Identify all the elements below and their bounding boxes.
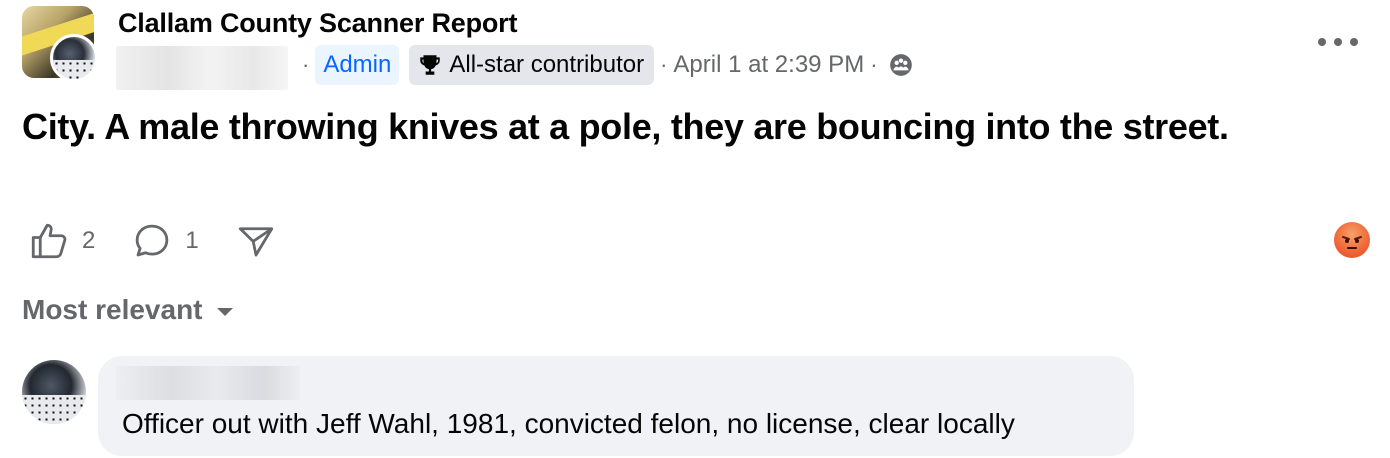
trophy-icon [420,55,441,75]
comment-bubble-icon [136,224,169,257]
angry-reaction-icon[interactable] [1334,222,1370,258]
admin-badge[interactable]: Admin [315,45,400,85]
author-name-redacted[interactable] [116,46,288,90]
group-audience-icon[interactable] [888,52,914,78]
share-button[interactable] [235,220,289,262]
group-name-link[interactable]: Clallam County Scanner Report [118,8,517,39]
comment-button[interactable]: 1 [131,220,199,262]
commenter-avatar[interactable] [22,360,86,424]
author-avatar[interactable] [50,34,98,82]
share-icon [238,227,273,257]
more-options-button[interactable] [1318,28,1358,56]
badge-label: All-star contributor [449,51,645,78]
like-button[interactable]: 2 [28,220,95,262]
caret-down-icon [216,308,233,316]
post-meta: · Admin All-star contributor · April 1 a… [296,44,914,86]
post-card: Clallam County Scanner Report · Admin Al… [0,0,1390,458]
meta-separator: · [302,52,310,77]
comment-count: 1 [185,227,199,254]
comment-bubble: Officer out with Jeff Wahl, 1981, convic… [98,356,1134,456]
author-avatar-image [53,60,95,79]
commenter-avatar-image [22,395,86,424]
meta-separator: · [870,52,878,77]
comment-text: Officer out with Jeff Wahl, 1981, convic… [122,408,1015,439]
meta-separator: · [660,52,668,77]
sort-label: Most relevant [22,294,203,325]
post-body: City. A male throwing knives at a pole, … [22,106,1229,147]
all-star-contributor-badge[interactable]: All-star contributor [409,45,655,85]
angry-face-icon [1342,236,1362,249]
more-options-icon [1318,38,1326,46]
more-options-icon [1350,38,1358,46]
post-timestamp[interactable]: April 1 at 2:39 PM [673,51,864,79]
thumbs-up-icon [31,223,67,259]
more-options-icon [1334,38,1342,46]
like-count: 2 [82,227,96,254]
commenter-name-redacted[interactable] [116,366,300,400]
comment-sort-dropdown[interactable]: Most relevant [22,294,233,326]
post-actions: 2 1 [28,218,325,264]
